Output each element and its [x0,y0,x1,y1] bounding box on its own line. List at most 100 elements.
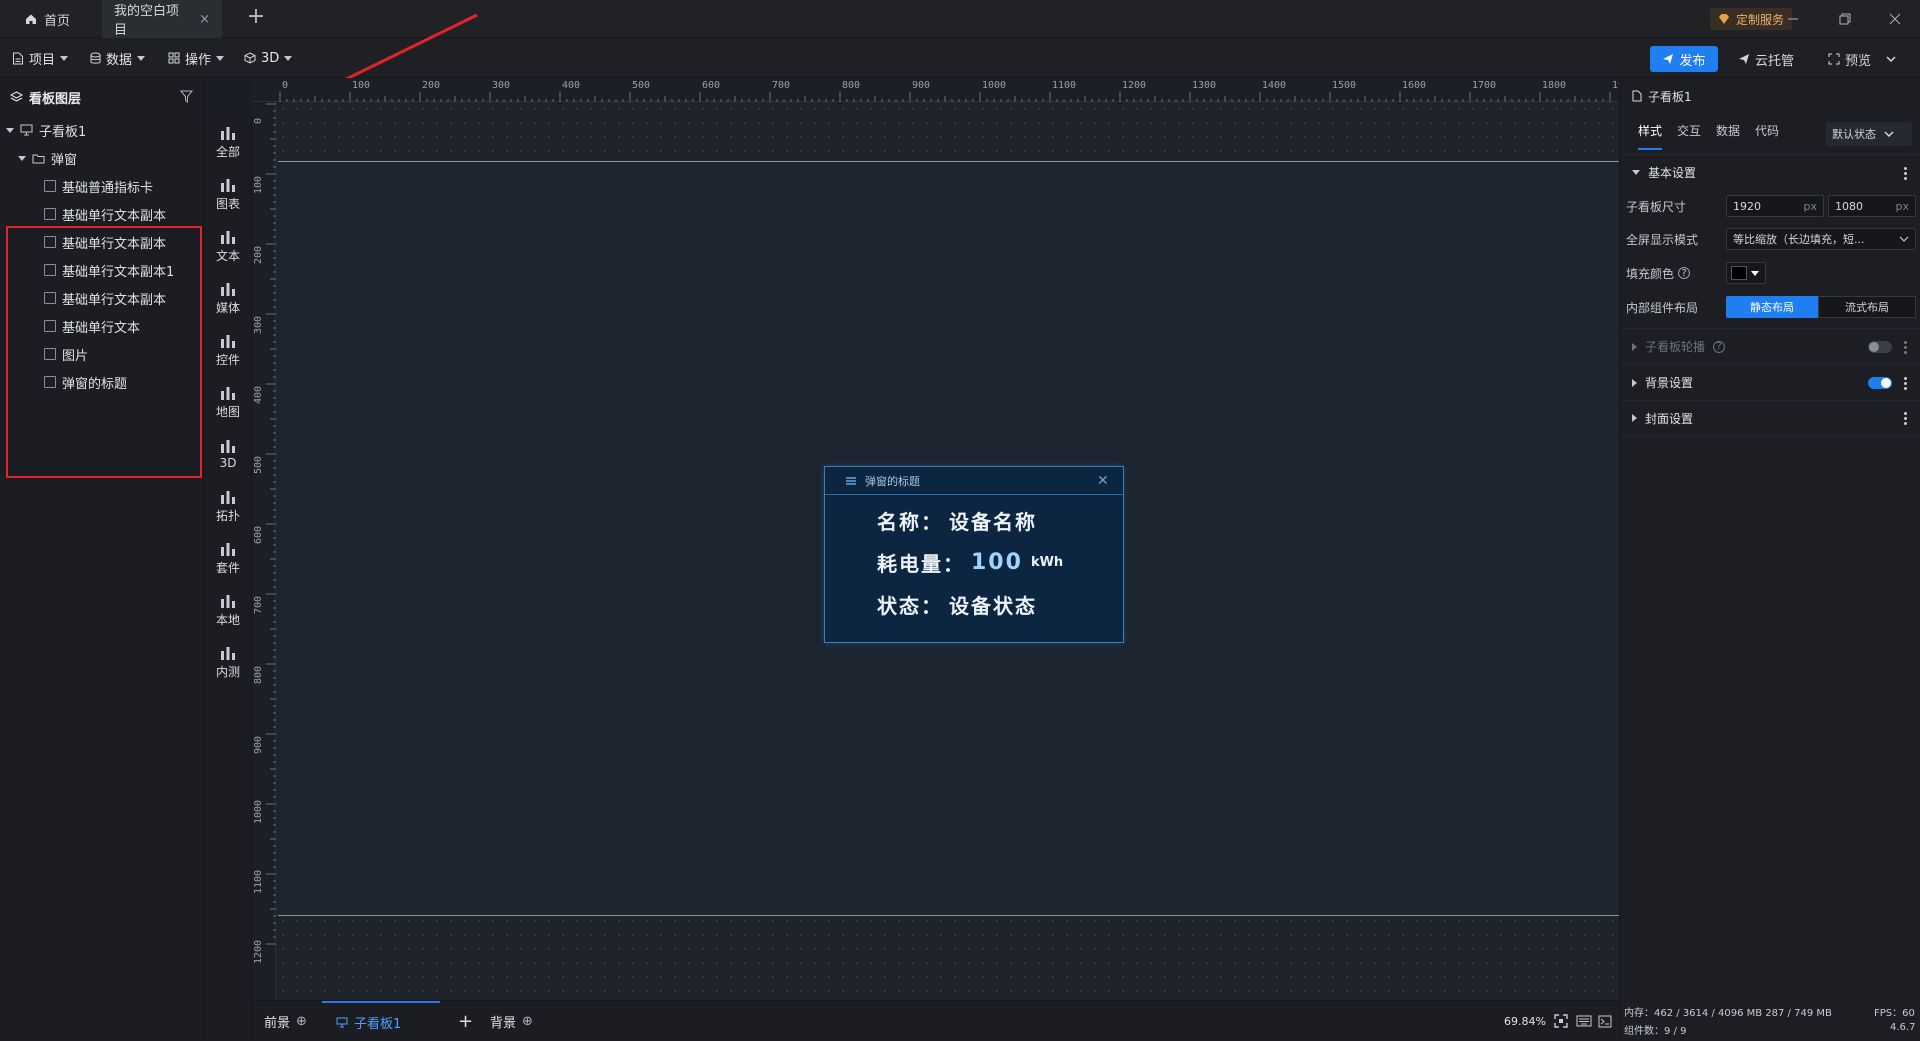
ruler-label: 1200 [253,939,264,964]
cloud-hosting-button[interactable]: 云托管 [1738,46,1794,72]
layer-label: 基础单行文本副本 [62,208,167,224]
layout-flow-button[interactable]: 流式布局 [1818,296,1916,318]
ruler-label: 0 [253,117,264,124]
tab-project[interactable]: 我的空白项目 × [102,0,222,38]
layer-item[interactable]: 基础单行文本 [44,312,140,340]
memory-status: 内存：462 / 3614 / 4096 MB 287 / 749 MB [1624,1008,1832,1019]
tab-code[interactable]: 代码 [1755,122,1779,150]
category-text[interactable]: 文本 [204,220,252,272]
state-select[interactable]: 默认状态 [1826,122,1912,146]
height-input[interactable]: 1080 px [1828,195,1916,217]
layout-static-button[interactable]: 静态布局 [1726,296,1818,318]
category-map[interactable]: 地图 [204,376,252,428]
category-beta[interactable]: 内测 [204,636,252,688]
layer-item[interactable]: 弹窗的标题 [44,368,127,396]
ruler-label: 1100 [1052,80,1077,91]
close-icon[interactable]: ✕ [1097,473,1109,489]
carousel-toggle[interactable] [1868,341,1892,353]
layer-item[interactable]: 基础单行文本副本 [44,228,166,256]
sub-board-area[interactable]: 弹窗的标题 ✕ 名称： 设备名称 耗电量： 100 kWh 状态： 设备状态 [278,161,1619,916]
help-icon[interactable]: ? [1713,340,1726,353]
ruler-label: 800 [253,665,264,684]
category-kit[interactable]: 套件 [204,532,252,584]
popup-row-power: 耗电量： 100 kWh [877,545,1063,579]
category-control[interactable]: 控件 [204,324,252,376]
tab-label: 首页 [44,13,71,29]
indicator-icon [44,180,56,192]
unit-label: px [1895,199,1910,213]
filter-icon[interactable] [180,90,193,103]
tab-data[interactable]: 数据 [1716,122,1740,150]
layer-item[interactable]: 基础单行文本副本1 [44,256,174,284]
add-circle-icon[interactable]: ⊕ [296,1014,307,1029]
restore-button[interactable] [1822,0,1868,38]
menu-data[interactable]: 数据 [90,38,146,78]
sub-board-tab[interactable]: 子看板1 [322,1001,440,1041]
category-media[interactable]: 媒体 [204,272,252,324]
file-icon [1632,90,1642,102]
layer-root[interactable]: 子看板1 [6,116,86,144]
tab-interaction[interactable]: 交互 [1677,122,1701,150]
layer-item[interactable]: 基础单行文本副本 [44,284,166,312]
background-toggle[interactable] [1868,377,1892,389]
menu-label: 操作 [185,52,212,68]
category-chart[interactable]: 图表 [204,168,252,220]
keyboard-icon[interactable] [1576,1001,1592,1041]
category-label: 本地 [215,612,240,627]
help-icon[interactable]: ? [1678,267,1691,279]
section-title: 基本设置 [1648,166,1697,180]
expand-icon [1632,342,1637,351]
popup-component[interactable]: 弹窗的标题 ✕ 名称： 设备名称 耗电量： 100 kWh 状态： 设备状态 [824,466,1124,643]
menu-icon [846,476,856,485]
topology-icon [219,489,237,505]
ruler-label: 200 [253,245,264,264]
section-basic[interactable]: 基本设置 [1620,154,1920,190]
category-label: 全部 [215,144,240,159]
layer-panel-header: 看板图层 [0,78,204,116]
publish-button[interactable]: 发布 [1650,46,1718,72]
fill-color-picker[interactable] [1726,262,1766,284]
tab-home[interactable]: 首页 [12,0,82,38]
more-icon[interactable] [1904,375,1907,390]
layer-foreground-tab[interactable]: 前景 ⊕ [264,1001,307,1041]
expand-icon[interactable] [6,127,14,133]
close-window-button[interactable] [1872,0,1918,38]
layer-item[interactable]: 基础单行文本副本 [44,200,166,228]
add-board-icon[interactable]: + [458,1001,473,1041]
section-title: 背景设置 [1645,376,1694,390]
layer-item[interactable]: 图片 [44,340,88,368]
preview-button[interactable]: 预览 [1828,46,1896,72]
category-3d[interactable]: 3D [204,428,252,480]
section-carousel[interactable]: 子看板轮播 ? [1620,328,1920,364]
more-icon[interactable] [1904,411,1907,425]
board-icon [20,124,33,136]
minimize-button[interactable] [1770,0,1816,38]
add-circle-icon[interactable]: ⊕ [522,1014,533,1029]
editor-canvas[interactable]: 0 100 200 300 400 500 600 700 800 900 1000 1100 1200… [252,78,1619,1000]
fit-screen-icon[interactable] [1554,1001,1568,1041]
category-all[interactable]: 全部 [204,116,252,168]
more-icon[interactable] [1904,339,1907,354]
layer-group[interactable]: 弹窗 [18,144,77,172]
name-value: 设备名称 [949,509,1037,534]
menu-operation[interactable]: 操作 [168,38,225,78]
category-topology[interactable]: 拓扑 [204,480,252,532]
layer-background-tab[interactable]: 背景 ⊕ [490,1001,533,1041]
more-icon[interactable] [1904,165,1907,180]
component-category-bar: 全部图表 文本 媒体 控件 地图 3D 拓扑 套件本地内测 [204,116,252,1040]
width-input[interactable]: 1920 px [1726,195,1824,217]
section-background[interactable]: 背景设置 [1620,364,1920,400]
category-local[interactable]: 本地 [204,584,252,636]
section-cover[interactable]: 封面设置 [1620,400,1920,436]
menu-project[interactable]: 项目 [12,38,69,78]
close-icon[interactable]: × [199,12,210,27]
ruler-label: 1700 [1472,80,1497,91]
board-icon [336,1017,348,1027]
zoom-level[interactable]: 69.84% [1504,1001,1546,1041]
tab-style[interactable]: 样式 [1638,122,1663,150]
fullscreen-select[interactable]: 等比缩放（长边填充，短... [1726,228,1916,250]
expand-icon[interactable] [18,155,26,161]
terminal-icon[interactable] [1598,1001,1612,1041]
menu-label: 数据 [106,52,133,68]
layer-item[interactable]: 基础普通指标卡 [44,172,153,200]
